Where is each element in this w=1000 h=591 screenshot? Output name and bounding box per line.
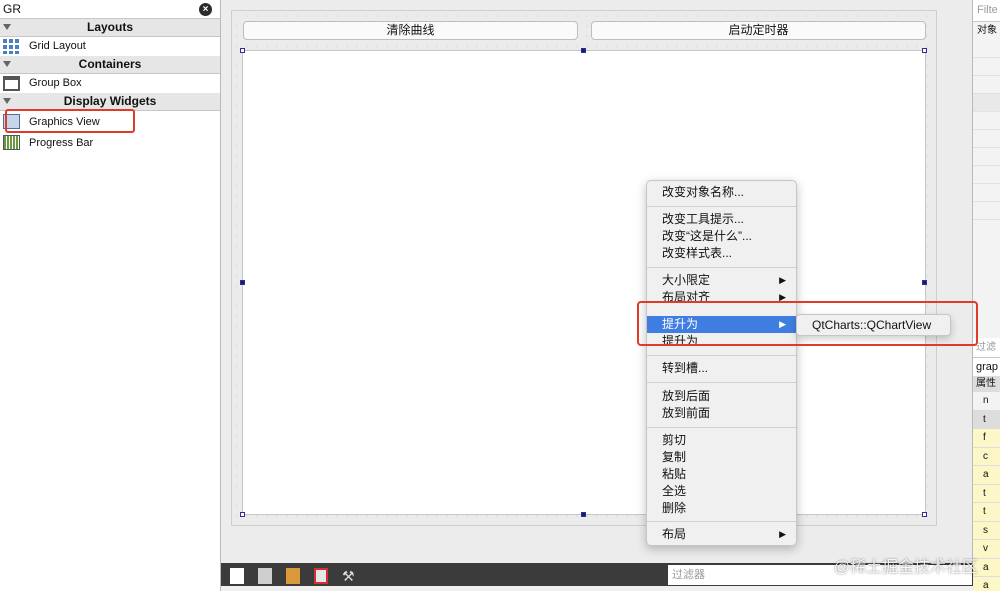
object-tree-row[interactable] bbox=[973, 112, 1000, 130]
object-tree-row[interactable] bbox=[973, 184, 1000, 202]
start-timer-button[interactable]: 启动定时器 bbox=[591, 21, 926, 40]
expand-triangle-icon bbox=[3, 24, 11, 30]
object-tree-row[interactable] bbox=[973, 58, 1000, 76]
widget-item-group-box[interactable]: Group Box bbox=[0, 74, 220, 93]
resize-handle[interactable] bbox=[581, 512, 586, 517]
menu-item-layout[interactable]: 布局 ▶ bbox=[647, 526, 796, 543]
settings-wrench-icon[interactable]: ⚒ bbox=[342, 568, 356, 584]
menu-separator bbox=[647, 427, 796, 428]
highlight-box-promote bbox=[637, 301, 978, 346]
widget-item-grid-layout[interactable]: Grid Layout bbox=[0, 37, 220, 56]
progress-bar-icon bbox=[3, 135, 20, 150]
widget-box-panel: GR × Layouts Grid Layout Containers Grou… bbox=[0, 0, 221, 591]
property-column-header: 属性 bbox=[973, 376, 1000, 392]
menu-item-change-tooltip[interactable]: 改变工具提示... bbox=[647, 211, 796, 228]
menu-item-size-constraints[interactable]: 大小限定 ▶ bbox=[647, 272, 796, 289]
widget-item-label: Group Box bbox=[29, 77, 82, 89]
menu-item-bring-to-front[interactable]: 放到前面 bbox=[647, 405, 796, 422]
resize-handle[interactable] bbox=[240, 280, 245, 285]
property-row[interactable]: t bbox=[973, 410, 1000, 429]
category-layouts[interactable]: Layouts bbox=[0, 19, 220, 37]
menu-item-rename-object[interactable]: 改变对象名称... bbox=[647, 184, 796, 201]
form-editor-canvas[interactable]: 清除曲线 启动定时器 bbox=[231, 10, 937, 526]
new-action-icon[interactable] bbox=[230, 568, 244, 584]
right-dock-panel: Filte 对象 过滤 grap 属性 n t f c a t t s v a … bbox=[972, 0, 1000, 591]
property-row[interactable]: c bbox=[973, 447, 1000, 466]
property-row[interactable]: t bbox=[973, 484, 1000, 503]
action-table-header bbox=[221, 586, 973, 591]
category-containers[interactable]: Containers bbox=[0, 56, 220, 74]
object-column-header: 对象 bbox=[977, 25, 997, 36]
widget-item-label: Grid Layout bbox=[29, 40, 86, 52]
menu-separator bbox=[647, 521, 796, 522]
property-row[interactable]: s bbox=[973, 521, 1000, 540]
object-tree-row[interactable] bbox=[973, 130, 1000, 148]
group-box-icon bbox=[3, 76, 20, 91]
graphics-view-widget[interactable] bbox=[242, 50, 926, 515]
clear-curve-button[interactable]: 清除曲线 bbox=[243, 21, 578, 40]
object-tree-row[interactable] bbox=[973, 76, 1000, 94]
watermark-text: @稀土掘金技术社区 bbox=[833, 559, 978, 576]
expand-triangle-icon bbox=[3, 61, 11, 67]
context-menu: 改变对象名称... 改变工具提示... 改变“这是什么”... 改变样式表...… bbox=[646, 180, 797, 546]
resize-handle[interactable] bbox=[240, 48, 245, 53]
submenu-arrow-icon: ▶ bbox=[779, 529, 786, 539]
widget-item-label: Progress Bar bbox=[29, 137, 94, 149]
menu-item-paste[interactable]: 粘贴 bbox=[647, 466, 796, 483]
menu-item-copy[interactable]: 复制 bbox=[647, 449, 796, 466]
paste-action-icon[interactable] bbox=[286, 568, 300, 584]
menu-item-change-whats-this[interactable]: 改变“这是什么”... bbox=[647, 228, 796, 245]
menu-separator bbox=[647, 355, 796, 356]
clear-filter-icon[interactable]: × bbox=[199, 3, 212, 16]
category-label: Display Widgets bbox=[63, 94, 157, 108]
menu-item-select-all[interactable]: 全选 bbox=[647, 483, 796, 500]
menu-item-cut[interactable]: 剪切 bbox=[647, 432, 796, 449]
object-tree-row[interactable] bbox=[973, 40, 1000, 58]
object-inspector-filter[interactable]: Filte bbox=[973, 0, 1000, 22]
object-tree-row[interactable] bbox=[973, 148, 1000, 166]
property-row[interactable]: n bbox=[973, 392, 1000, 411]
property-row[interactable]: a bbox=[973, 466, 1000, 485]
object-tree-row[interactable] bbox=[973, 202, 1000, 220]
expand-triangle-icon bbox=[3, 98, 11, 104]
submenu-arrow-icon: ▶ bbox=[779, 275, 786, 285]
widget-item-progress-bar[interactable]: Progress Bar bbox=[0, 133, 220, 154]
property-row[interactable]: t bbox=[973, 503, 1000, 522]
resize-handle[interactable] bbox=[240, 512, 245, 517]
widget-filter-value: GR bbox=[3, 2, 21, 16]
property-object-name: grap bbox=[973, 358, 1000, 376]
property-row[interactable]: a bbox=[973, 577, 1000, 591]
object-tree-row[interactable] bbox=[973, 166, 1000, 184]
menu-item-send-to-back[interactable]: 放到后面 bbox=[647, 388, 796, 405]
menu-item-change-stylesheet[interactable]: 改变样式表... bbox=[647, 245, 796, 262]
resize-handle[interactable] bbox=[922, 280, 927, 285]
resize-handle[interactable] bbox=[922, 512, 927, 517]
menu-item-delete[interactable]: 删除 bbox=[647, 500, 796, 517]
copy-action-icon[interactable] bbox=[258, 568, 272, 584]
menu-separator bbox=[647, 267, 796, 268]
highlight-box-graphics-view bbox=[5, 109, 135, 133]
property-row[interactable]: f bbox=[973, 429, 1000, 448]
category-label: Layouts bbox=[86, 20, 133, 34]
menu-separator bbox=[647, 382, 796, 383]
menu-separator bbox=[647, 206, 796, 207]
category-label: Containers bbox=[78, 57, 142, 71]
submenu-arrow-icon: ▶ bbox=[779, 292, 786, 301]
menu-item-layout-alignment[interactable]: 布局对齐 ▶ bbox=[647, 289, 796, 301]
widget-filter-input[interactable]: GR × bbox=[0, 0, 220, 19]
delete-action-icon[interactable] bbox=[314, 568, 328, 584]
resize-handle[interactable] bbox=[922, 48, 927, 53]
object-tree-row[interactable] bbox=[973, 94, 1000, 112]
grid-layout-icon bbox=[3, 39, 20, 54]
menu-item-go-to-slot[interactable]: 转到槽... bbox=[647, 360, 796, 377]
resize-handle[interactable] bbox=[581, 48, 586, 53]
